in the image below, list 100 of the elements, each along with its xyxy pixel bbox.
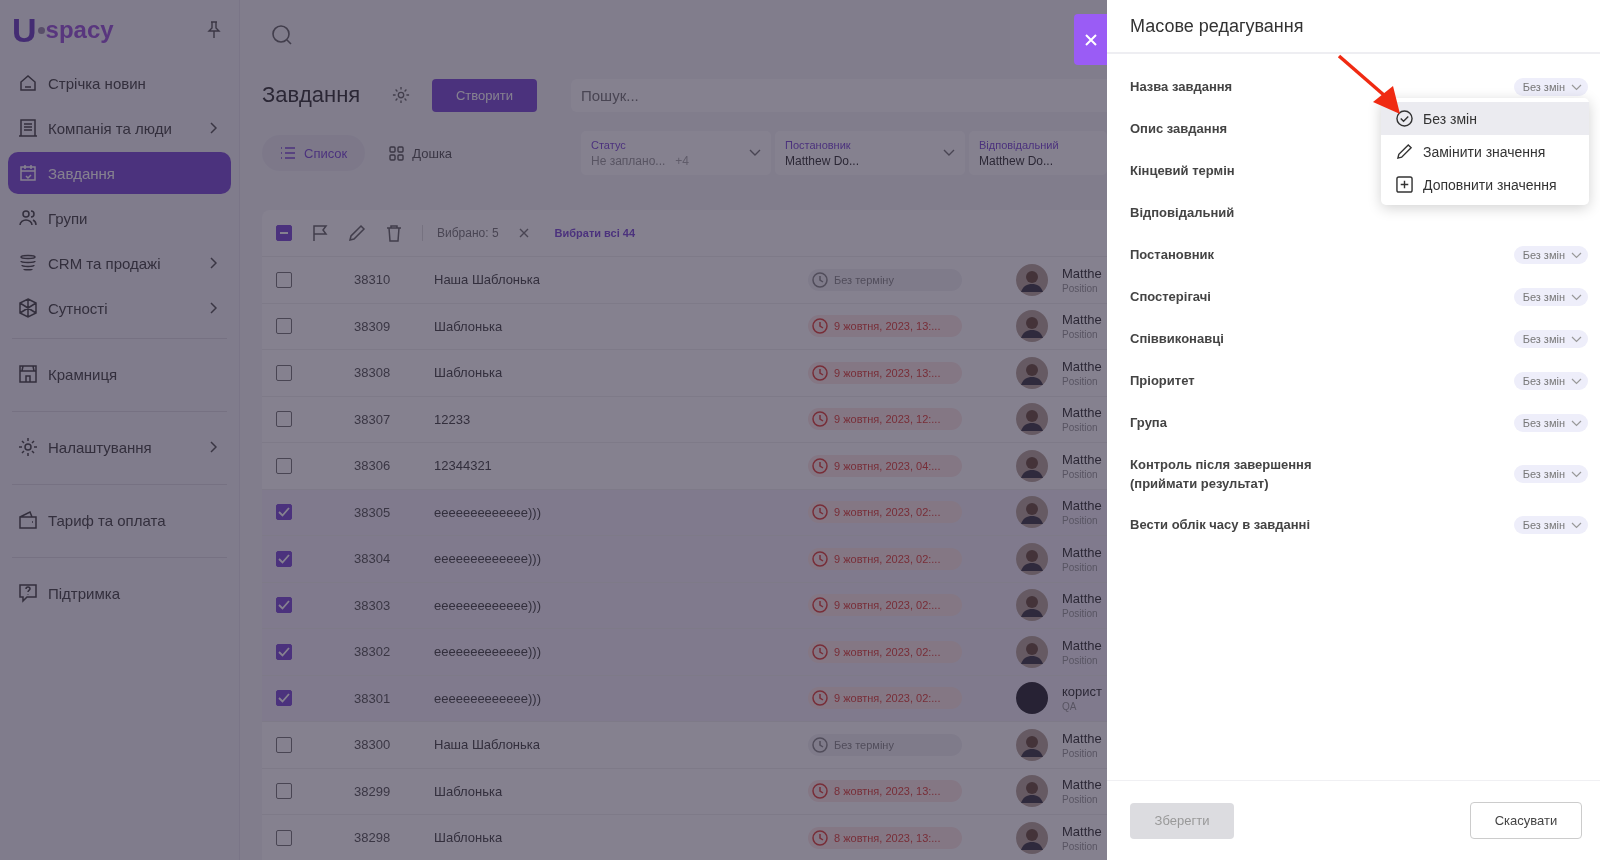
mode-dropdown[interactable]: Без змін [1513, 516, 1588, 534]
chevron-down-icon [1571, 419, 1582, 427]
field-label: Відповідальний [1130, 204, 1235, 223]
assignee-name: Matthe [1062, 405, 1102, 421]
row-checkbox[interactable] [276, 783, 292, 800]
nav-icon [18, 253, 38, 273]
create-button[interactable]: Створити [432, 78, 537, 112]
deadline-badge: 9 жовтня, 2023, 02:... [808, 640, 962, 663]
task-title[interactable]: eeeeeeeeeeeee))) [434, 504, 808, 520]
task-title[interactable]: Шаблонька [434, 318, 808, 334]
sidebar-item[interactable]: Компанія та люди [8, 107, 231, 149]
avatar [1016, 682, 1048, 715]
avatar [1016, 310, 1048, 343]
menu-item[interactable]: Без змін [1381, 102, 1589, 135]
task-id: 38306 [354, 458, 392, 474]
clock-icon [812, 690, 828, 707]
settings-icon[interactable] [392, 86, 410, 104]
check-circle-icon [1396, 110, 1413, 127]
close-button[interactable] [1074, 14, 1107, 65]
pin-icon[interactable] [207, 21, 221, 39]
task-title[interactable]: Шаблонька [434, 783, 808, 799]
task-title[interactable]: 12233 [434, 411, 808, 427]
task-id: 38298 [354, 830, 392, 846]
avatar [1016, 728, 1048, 761]
avatar [1016, 449, 1048, 482]
avatar [1016, 263, 1048, 296]
view-tab[interactable]: Дошка [371, 135, 471, 171]
task-title[interactable]: Наша Шаблонька [434, 737, 808, 753]
task-id: 38309 [354, 318, 392, 334]
nav-icon [18, 437, 38, 457]
clock-icon [812, 318, 828, 335]
task-title[interactable]: eeeeeeeeeeeee))) [434, 690, 808, 706]
menu-item[interactable]: Доповнити значення [1381, 168, 1589, 201]
cancel-button[interactable]: Скасувати [1470, 802, 1582, 839]
mode-dropdown[interactable]: Без змін [1513, 246, 1588, 264]
sidebar-item[interactable]: Завдання [8, 152, 231, 194]
select-all-link[interactable]: Вибрати всі 44 [554, 227, 636, 239]
assignee-name: корист [1062, 684, 1102, 700]
pencil-icon[interactable] [348, 224, 366, 242]
filter-label: Постановник [785, 138, 852, 151]
assignee-name: Matthe [1062, 777, 1102, 793]
mode-dropdown[interactable]: Без змін [1513, 78, 1588, 96]
nav-icon [18, 364, 38, 384]
row-checkbox[interactable] [276, 318, 292, 335]
search-field[interactable]: Пошук... [571, 78, 1107, 112]
deadline-badge: 9 жовтня, 2023, 02:... [808, 594, 962, 617]
row-checkbox[interactable] [276, 690, 292, 707]
row-checkbox[interactable] [276, 643, 292, 660]
sidebar-item[interactable]: Сутності [8, 287, 231, 329]
filter-value: Matthew Do... [979, 153, 1054, 168]
chevron-down-icon [1571, 83, 1582, 91]
task-title[interactable]: Наша Шаблонька [434, 272, 808, 288]
row-checkbox[interactable] [276, 550, 292, 567]
task-id: 38305 [354, 504, 392, 520]
row-checkbox[interactable] [276, 364, 292, 381]
chevron-down-icon [1571, 251, 1582, 259]
flag-icon[interactable] [312, 224, 328, 242]
deadline-badge: 9 жовтня, 2023, 13:... [808, 361, 962, 384]
chevron-down-icon [1571, 521, 1582, 529]
sidebar-item[interactable]: Стрічка новин [8, 62, 231, 104]
task-title[interactable]: eeeeeeeeeeeee))) [434, 551, 808, 567]
sidebar-item[interactable]: CRM та продажі [8, 242, 231, 284]
task-title[interactable]: Шаблонька [434, 365, 808, 381]
field-label: Постановник [1130, 246, 1215, 265]
sidebar-item[interactable]: Групи [8, 197, 231, 239]
trash-icon[interactable] [386, 224, 402, 242]
chevron-down-icon [943, 149, 955, 157]
select-all-checkbox[interactable] [276, 225, 292, 241]
mode-dropdown[interactable]: Без змін [1513, 288, 1588, 306]
row-checkbox[interactable] [276, 504, 292, 521]
deadline-badge: 9 жовтня, 2023, 02:... [808, 501, 962, 524]
task-title[interactable]: 12344321 [434, 458, 808, 474]
filter-dropdown[interactable]: Постановник Matthew Do... [775, 131, 965, 175]
task-title[interactable]: eeeeeeeeeeeee))) [434, 644, 808, 660]
modal-backdrop[interactable] [0, 0, 1107, 860]
row-checkbox[interactable] [276, 457, 292, 474]
mode-dropdown[interactable]: Без змін [1513, 465, 1588, 483]
filter-dropdown[interactable]: Відповідальний Matthew Do... [969, 131, 1107, 175]
assignee-name: Matthe [1062, 591, 1102, 607]
clock-icon [812, 457, 828, 474]
task-title[interactable]: Шаблонька [434, 830, 808, 846]
annotation-arrow [1337, 54, 1403, 116]
task-title[interactable]: eeeeeeeeeeeee))) [434, 597, 808, 613]
pencil-icon [1396, 143, 1413, 160]
row-checkbox[interactable] [276, 411, 292, 428]
row-checkbox[interactable] [276, 271, 292, 288]
view-tab[interactable]: Список [262, 135, 366, 171]
row-checkbox[interactable] [276, 829, 292, 846]
mode-dropdown[interactable]: Без змін [1513, 330, 1588, 348]
menu-item[interactable]: Замінити значення [1381, 135, 1589, 168]
row-checkbox[interactable] [276, 736, 292, 753]
avatar [1016, 496, 1048, 529]
field-label: Опис завдання [1130, 120, 1228, 139]
search-icon[interactable] [271, 24, 293, 46]
clear-selection-icon[interactable] [518, 228, 529, 238]
row-checkbox[interactable] [276, 597, 292, 614]
task-id: 38302 [354, 644, 392, 660]
task-id: 38310 [354, 272, 392, 288]
mode-dropdown[interactable]: Без змін [1513, 414, 1588, 432]
mode-dropdown[interactable]: Без змін [1513, 372, 1588, 390]
